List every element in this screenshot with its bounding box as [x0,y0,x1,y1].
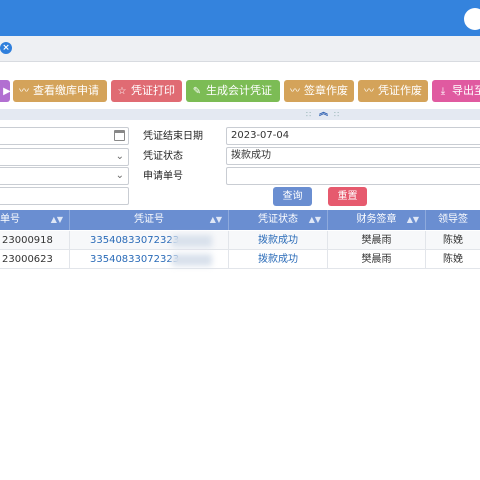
column-header-order-no[interactable]: 单号 ▲▼ [0,210,70,230]
activity-icon: 〰 [364,86,374,97]
app-header-bar [0,0,480,36]
print-voucher-button[interactable]: ☆ 凭证打印 [111,80,182,102]
void-signature-label: 签章作废 [304,84,348,97]
toolbar: ▶ 〰查看缴库申请 ☆ 凭证打印 ✎ 生成会计凭证 〰签章作废 〰凭证作废 ⤓ 导出至 [0,80,480,104]
toolbar-button-cut[interactable]: ▶ [0,80,10,102]
cell-finance-sign: 樊晨雨 [328,250,426,269]
search-collapse-bar[interactable]: ∷ ︽ ∷ [0,108,480,120]
column-header-voucher-no[interactable]: 凭证号 ▲▼ [70,210,229,230]
export-label: 导出至 [452,84,480,97]
reset-button[interactable]: 重置 [328,187,367,206]
print-voucher-label: 凭证打印 [131,84,175,97]
start-date-field[interactable] [0,127,129,145]
sort-icon[interactable]: ▲▼ [309,210,321,230]
user-avatar[interactable] [464,8,480,30]
edit-icon: ✎ [192,86,202,97]
star-icon: ☆ [117,86,127,97]
view-submission-button[interactable]: 〰查看缴库申请 [13,80,107,102]
status-select[interactable]: 拨款成功 [226,147,480,165]
void-voucher-button[interactable]: 〰凭证作废 [358,80,428,102]
chevron-down-icon: ⌄ [115,151,124,162]
status-label: 凭证状态 [143,151,183,162]
play-icon: ▶ [3,86,10,97]
category-select[interactable]: ⌄ [0,148,129,166]
column-header-finance-sign[interactable]: 财务签章 ▲▼ [328,210,426,230]
download-icon: ⤓ [440,86,446,97]
redaction-mask [172,254,212,266]
export-button[interactable]: ⤓ 导出至 [432,80,480,102]
calendar-icon[interactable] [114,130,125,141]
cell-order-no: 23000623 [0,250,70,269]
column-header-leader-sign[interactable]: 领导签 [426,210,480,230]
status-value: 拨款成功 [231,150,271,161]
sort-icon[interactable]: ▲▼ [210,210,222,230]
apply-no-input[interactable] [226,167,480,185]
chevron-down-icon: ⌄ [115,170,124,181]
end-date-label: 凭证结束日期 [143,131,203,142]
redaction-mask [172,235,212,247]
view-submission-label: 查看缴库申请 [33,84,99,97]
collapse-chevron-up-icon[interactable]: ︽ [319,108,328,119]
generate-accounting-voucher-button[interactable]: ✎ 生成会计凭证 [186,80,280,102]
cell-status[interactable]: 拨款成功 [229,231,328,250]
end-date-field[interactable]: 2023-07-04 [226,127,480,145]
grip-dots-icon: ∷ [334,110,340,119]
end-date-value: 2023-07-04 [231,130,290,141]
sort-icon[interactable]: ▲▼ [407,210,419,230]
query-button[interactable]: 查询 [273,187,312,206]
cell-status[interactable]: 拨款成功 [229,250,328,269]
generate-accounting-voucher-label: 生成会计凭证 [206,84,272,97]
keyword-input[interactable] [0,187,129,205]
tab-strip [0,36,480,62]
sort-icon[interactable]: ▲▼ [51,210,63,230]
void-voucher-label: 凭证作废 [378,84,422,97]
void-signature-button[interactable]: 〰签章作废 [284,80,354,102]
apply-no-label: 申请单号 [143,171,183,182]
grip-dots-icon: ∷ [306,110,312,119]
cell-finance-sign: 樊晨雨 [328,231,426,250]
activity-icon: 〰 [19,86,29,97]
type-select[interactable]: ⌄ [0,167,129,185]
cell-leader-sign: 陈娩 [426,231,480,250]
column-header-status[interactable]: 凭证状态 ▲▼ [229,210,328,230]
cell-order-no: 23000918 [0,231,70,250]
close-tab-icon[interactable]: × [0,42,12,54]
cell-leader-sign: 陈娩 [426,250,480,269]
activity-icon: 〰 [290,86,300,97]
